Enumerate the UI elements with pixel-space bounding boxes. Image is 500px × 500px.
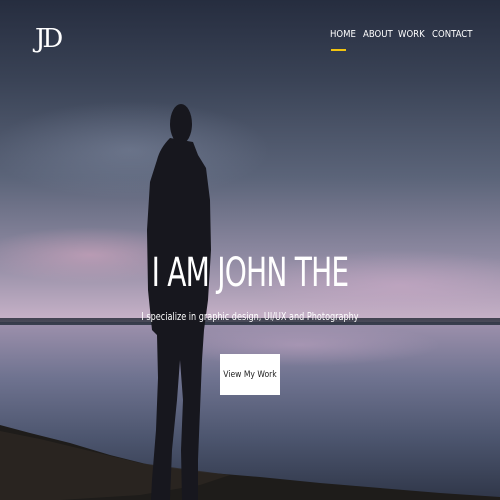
hero-title: I AM JOHN THE bbox=[151, 250, 350, 296]
view-my-work-button[interactable]: View My Work bbox=[220, 354, 280, 395]
hero-subtitle: I specialize in graphic design, UI/UX an… bbox=[141, 310, 359, 323]
nav-about-link[interactable]: ABOUT bbox=[363, 28, 393, 42]
nav-work-link[interactable]: WORK bbox=[398, 28, 425, 42]
nav-home-link[interactable]: HOME bbox=[330, 28, 356, 42]
active-nav-indicator bbox=[331, 49, 346, 51]
main-nav: HOME ABOUT WORK CONTACT bbox=[0, 28, 500, 58]
nav-contact-link[interactable]: CONTACT bbox=[432, 28, 472, 42]
